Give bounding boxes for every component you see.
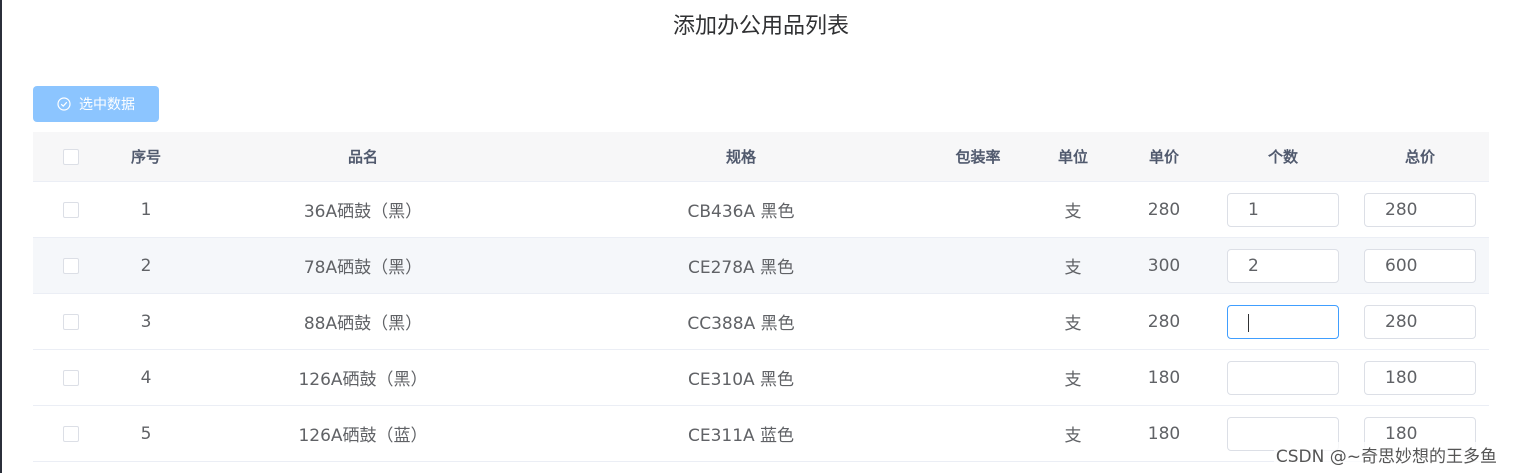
row-price: 180 (1147, 423, 1181, 444)
row-select-cell[interactable] (53, 294, 88, 349)
row-name: 36A硒鼓（黑） (303, 202, 423, 222)
window-edge (0, 0, 2, 473)
row-total-cell: 280 (1360, 294, 1480, 349)
row-qty-cell: 1 (1223, 182, 1343, 237)
row-name: 126A硒鼓（黑） (298, 370, 428, 390)
row-checkbox[interactable] (62, 201, 79, 218)
text-caret (1248, 313, 1249, 332)
row-qty-cell (1223, 350, 1343, 405)
column-header-price: 单价 (1148, 148, 1179, 166)
select-all-cell[interactable] (53, 132, 88, 181)
circle-check-icon (57, 97, 71, 111)
row-price: 300 (1147, 255, 1181, 276)
row-unit: 支 (1064, 426, 1082, 446)
select-data-button[interactable]: 选中数据 (33, 86, 159, 122)
row-qty-cell (1223, 294, 1343, 349)
row-price: 180 (1147, 367, 1181, 388)
row-price: 280 (1147, 199, 1181, 220)
row-select-cell[interactable] (53, 238, 88, 293)
row-index: 5 (140, 423, 152, 444)
row-select-cell[interactable] (53, 350, 88, 405)
table-row[interactable]: 4 126A硒鼓（黑） CE310A 黑色 支 180 180 (33, 350, 1489, 406)
row-index: 3 (140, 311, 152, 332)
total-input[interactable]: 280 (1364, 304, 1476, 339)
row-spec: CE311A 蓝色 (687, 426, 795, 446)
column-header-pack: 包装率 (955, 148, 1001, 166)
row-total-cell: 180 (1360, 350, 1480, 405)
total-input[interactable]: 180 (1364, 360, 1476, 395)
row-unit: 支 (1064, 314, 1082, 334)
csdn-watermark: CSDN @~奇思妙想的王多鱼 (1273, 442, 1499, 467)
row-checkbox[interactable] (62, 257, 79, 274)
row-checkbox[interactable] (62, 313, 79, 330)
row-name: 78A硒鼓（黑） (303, 258, 423, 278)
page-title: 添加办公用品列表 (672, 14, 849, 39)
total-input[interactable]: 600 (1364, 248, 1476, 283)
row-checkbox[interactable] (62, 369, 79, 386)
column-header-total: 总价 (1404, 148, 1435, 166)
row-select-cell[interactable] (53, 182, 88, 237)
row-pack (938, 350, 1018, 405)
row-index: 4 (140, 367, 152, 388)
row-index: 2 (140, 255, 152, 276)
row-index: 1 (140, 199, 152, 220)
column-header-name: 品名 (347, 148, 378, 166)
row-pack (938, 182, 1018, 237)
select-all-checkbox[interactable] (62, 148, 79, 165)
row-pack (938, 406, 1018, 461)
row-spec: CC388A 黑色 (687, 314, 795, 334)
column-header-spec: 规格 (725, 148, 756, 166)
row-select-cell[interactable] (53, 406, 88, 461)
table-row[interactable]: 2 78A硒鼓（黑） CE278A 黑色 支 300 2 600 (33, 238, 1489, 294)
row-checkbox[interactable] (62, 425, 79, 442)
row-name: 126A硒鼓（蓝） (298, 426, 428, 446)
table-row[interactable]: 5 126A硒鼓（蓝） CE311A 蓝色 支 180 180 (33, 406, 1489, 462)
row-price: 280 (1147, 311, 1181, 332)
qty-input[interactable] (1227, 360, 1339, 395)
total-input[interactable]: 280 (1364, 192, 1476, 227)
row-qty-cell: 2 (1223, 238, 1343, 293)
column-header-unit: 单位 (1057, 148, 1088, 166)
row-total-cell: 600 (1360, 238, 1480, 293)
row-name: 88A硒鼓（黑） (303, 314, 423, 334)
row-spec: CE278A 黑色 (687, 258, 795, 278)
column-header-qty: 个数 (1267, 148, 1298, 166)
qty-input[interactable]: 1 (1227, 192, 1339, 227)
qty-input[interactable]: 2 (1227, 248, 1339, 283)
row-unit: 支 (1064, 202, 1082, 222)
supplies-table: 序号 品名 规格 包装率 单位 单价 个数 总价 1 36A硒鼓（黑） CB43… (33, 132, 1489, 462)
row-unit: 支 (1064, 370, 1082, 390)
row-pack (938, 238, 1018, 293)
row-pack (938, 294, 1018, 349)
row-total-cell: 280 (1360, 182, 1480, 237)
row-unit: 支 (1064, 258, 1082, 278)
column-header-index: 序号 (130, 148, 161, 166)
qty-input-focused[interactable] (1227, 304, 1339, 339)
table-header: 序号 品名 规格 包装率 单位 单价 个数 总价 (33, 132, 1489, 182)
select-data-label: 选中数据 (79, 97, 135, 113)
table-row[interactable]: 1 36A硒鼓（黑） CB436A 黑色 支 280 1 280 (33, 182, 1489, 238)
row-spec: CB436A 黑色 (687, 202, 795, 222)
row-spec: CE310A 黑色 (687, 370, 795, 390)
table-row[interactable]: 3 88A硒鼓（黑） CC388A 黑色 支 280 280 (33, 294, 1489, 350)
